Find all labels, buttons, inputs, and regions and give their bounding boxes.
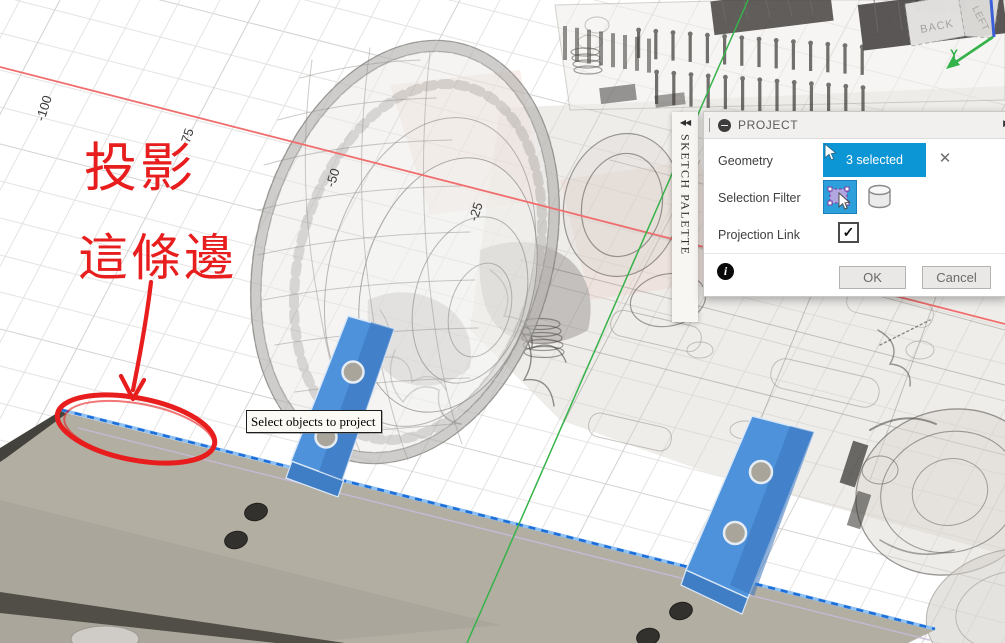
project-command-icon <box>718 119 731 132</box>
annotation-text-this-edge: 這條邊 <box>78 218 237 290</box>
annotation-arrow <box>133 282 151 390</box>
collapse-palette-icon[interactable]: ◀◀ <box>680 118 690 127</box>
filter-bodies-button[interactable] <box>864 183 895 212</box>
geometry-selected-count: 3 selected <box>846 153 903 167</box>
geometry-selection-button[interactable]: 3 selected <box>823 143 926 177</box>
viewcube[interactable]: BACK LEFT Y <box>895 0 1005 120</box>
cancel-button[interactable]: Cancel <box>922 266 991 289</box>
selection-tooltip: Select objects to project <box>246 410 382 433</box>
sketch-palette-title: SKETCH PALETTE <box>678 134 693 256</box>
dialog-separator <box>704 253 1005 254</box>
selection-window-icon <box>828 187 849 209</box>
projection-link-label: Projection Link <box>718 228 800 242</box>
annotation-text-projection: 投影 <box>84 126 196 202</box>
selection-filter-label: Selection Filter <box>718 191 801 205</box>
dialog-title: PROJECT <box>738 118 798 132</box>
sketch-palette-strip[interactable]: ◀◀ SKETCH PALETTE <box>672 112 698 322</box>
filter-edges-button[interactable] <box>823 180 857 214</box>
clear-selection-button[interactable]: ✕ <box>936 150 954 168</box>
cursor-arrow-icon <box>823 143 837 161</box>
info-icon[interactable]: i <box>717 263 734 280</box>
scene-svg[interactable]: -100 -75 -50 -25 <box>0 0 1005 643</box>
geometry-label: Geometry <box>718 154 773 168</box>
project-dialog[interactable]: PROJECT ▶▶ Geometry 3 selected ✕ Selecti… <box>703 111 1005 297</box>
y-axis-label: Y <box>950 47 958 61</box>
projection-link-checkbox[interactable]: ✓ <box>838 222 859 243</box>
dialog-grip[interactable] <box>709 118 710 132</box>
cylinder-body-icon <box>869 186 890 208</box>
sketch-canvas[interactable]: -100 -75 -50 -25 投影 這條邊 Select objects t… <box>0 0 1005 643</box>
axis-label: -100 <box>33 94 55 123</box>
project-dialog-header[interactable]: PROJECT ▶▶ <box>704 112 1005 139</box>
ok-button[interactable]: OK <box>839 266 906 289</box>
